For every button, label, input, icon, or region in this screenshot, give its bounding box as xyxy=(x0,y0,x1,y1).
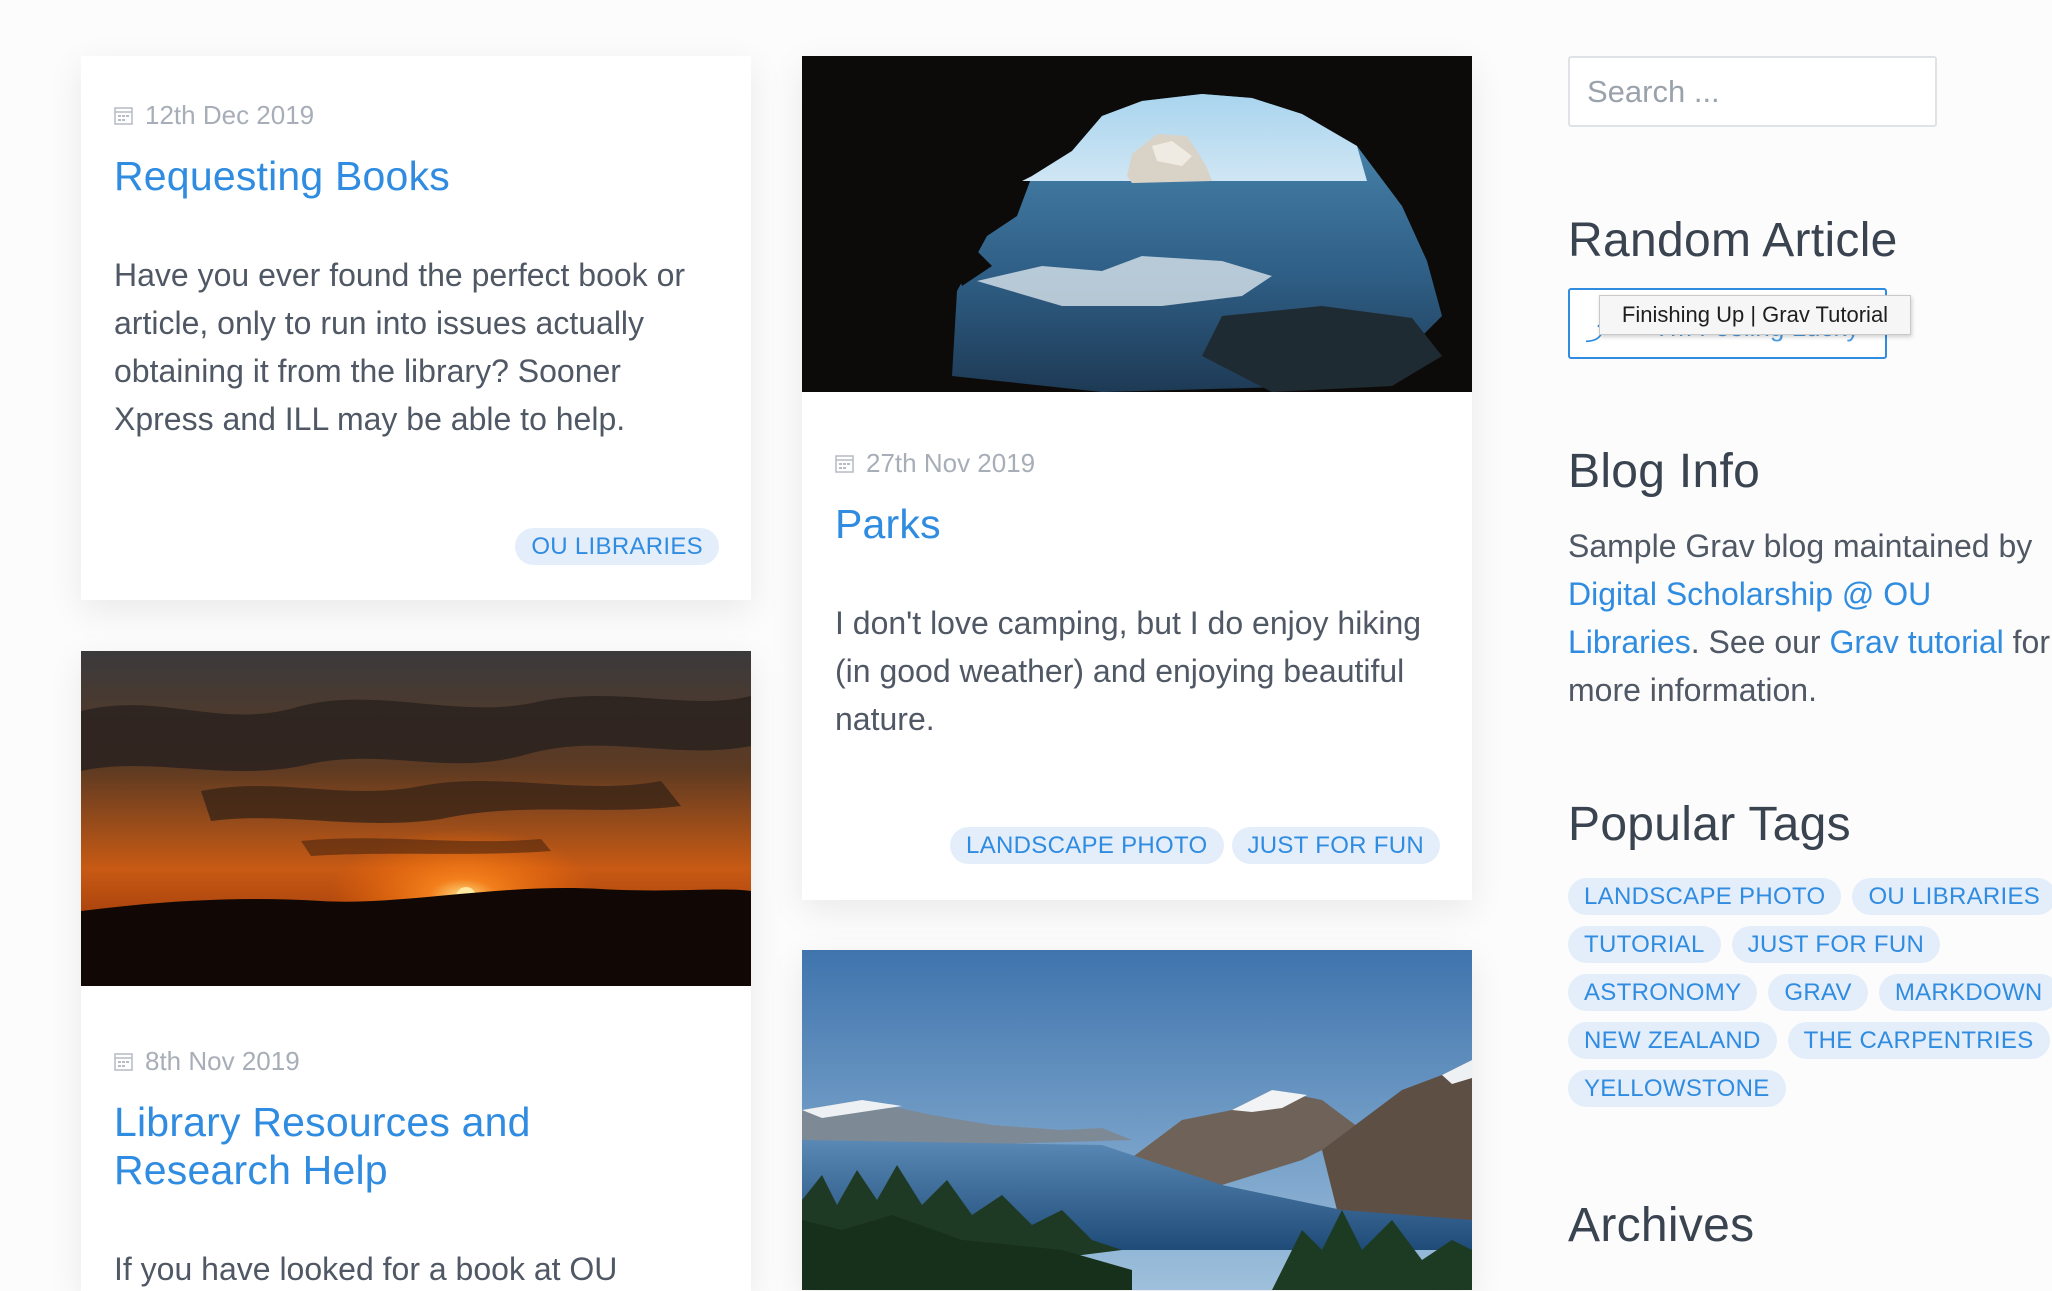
post-card xyxy=(802,950,1472,1290)
post-excerpt: I don't love camping, but I do enjoy hik… xyxy=(835,605,1422,737)
popular-tags-heading: Popular Tags xyxy=(1568,798,1851,851)
random-article-heading: Random Article xyxy=(1568,214,1898,267)
popular-tag[interactable]: JUST FOR FUN xyxy=(1731,926,1941,963)
popular-tag[interactable]: NEW ZEALAND xyxy=(1568,1022,1777,1059)
calendar-icon xyxy=(835,454,854,473)
search-input[interactable]: Search ... xyxy=(1568,56,1937,127)
calendar-icon xyxy=(114,106,133,125)
post-title-link[interactable]: Parks xyxy=(835,500,1439,548)
post-date-text: 27th Nov 2019 xyxy=(866,447,1036,478)
grav-tutorial-link[interactable]: Grav tutorial xyxy=(1829,624,2003,660)
popular-tag[interactable]: LANDSCAPE PHOTO xyxy=(1568,878,1842,915)
post-date-text: 12th Dec 2019 xyxy=(145,99,315,130)
post-date: 27th Nov 2019 xyxy=(835,446,1439,480)
post-card: 12th Dec 2019 Requesting Books Have you … xyxy=(81,56,751,600)
tag-just-for-fun[interactable]: JUST FOR FUN xyxy=(1231,827,1440,864)
post-excerpt: Have you ever found the perfect book or … xyxy=(114,257,686,437)
post-image-mountain-lake[interactable] xyxy=(802,950,1472,1290)
post-date: 12th Dec 2019 xyxy=(114,98,718,132)
popular-tag[interactable]: OU LIBRARIES xyxy=(1852,878,2052,915)
tag-landscape-photo[interactable]: LANDSCAPE PHOTO xyxy=(950,827,1224,864)
popular-tag[interactable]: THE CARPENTRIES xyxy=(1787,1022,2050,1059)
blog-info-text: Sample Grav blog maintained by Digital S… xyxy=(1568,528,2050,708)
calendar-icon xyxy=(114,1052,133,1071)
popular-tags-list: LANDSCAPE PHOTO OU LIBRARIES TUTORIAL JU… xyxy=(1568,878,2052,1118)
post-title-link[interactable]: Library Resources and Research Help xyxy=(114,1098,718,1194)
popular-tag[interactable]: ASTRONOMY xyxy=(1568,974,1758,1011)
post-date: 8th Nov 2019 xyxy=(114,1044,718,1078)
post-excerpt: If you have looked for a book at OU xyxy=(114,1251,618,1287)
popular-tag[interactable]: TUTORIAL xyxy=(1568,926,1721,963)
post-card: 27th Nov 2019 Parks I don't love camping… xyxy=(802,56,1472,900)
post-image-sunset[interactable] xyxy=(81,651,751,986)
post-title-link[interactable]: Requesting Books xyxy=(114,152,718,200)
tooltip: Finishing Up | Grav Tutorial xyxy=(1599,295,1911,335)
popular-tag[interactable]: YELLOWSTONE xyxy=(1568,1070,1786,1107)
post-date-text: 8th Nov 2019 xyxy=(145,1045,300,1076)
post-image-sea-cave[interactable] xyxy=(802,56,1472,392)
popular-tag[interactable]: GRAV xyxy=(1768,974,1868,1011)
popular-tag[interactable]: MARKDOWN xyxy=(1878,974,2052,1011)
tag-ou-libraries[interactable]: OU LIBRARIES xyxy=(515,528,719,565)
blog-info-heading: Blog Info xyxy=(1568,445,1761,498)
archives-heading: Archives xyxy=(1568,1199,1755,1252)
post-card: 8th Nov 2019 Library Resources and Resea… xyxy=(81,651,751,1291)
